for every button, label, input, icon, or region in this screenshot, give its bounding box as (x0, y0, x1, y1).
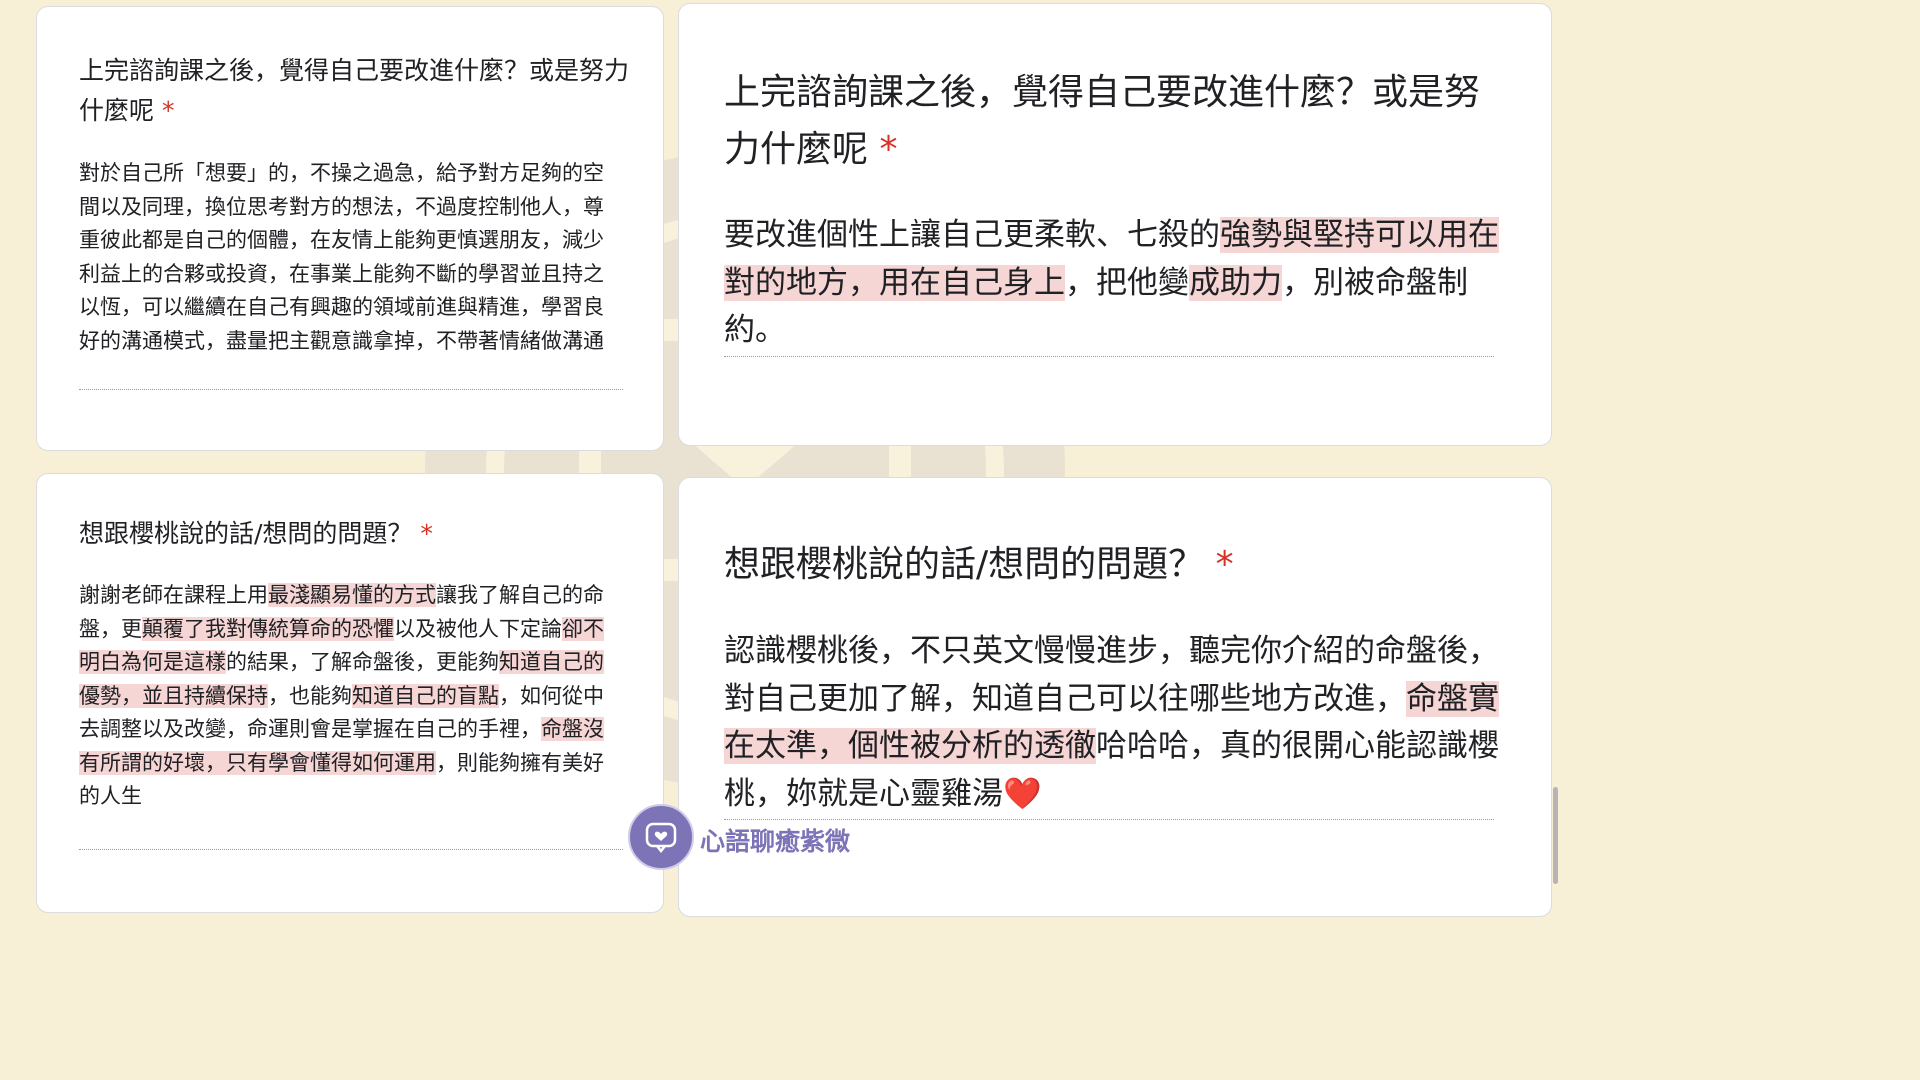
required-asterisk: * (1215, 544, 1234, 585)
answer-text: 謝謝老師在課程上用最淺顯易懂的方式讓我了解自己的命盤，更顛覆了我對傳統算命的恐懼… (79, 579, 619, 814)
answer-text: 認識櫻桃後，不只英文慢慢進步，聽完你介紹的命盤後，對自己更加了解，知道自己可以往… (724, 628, 1504, 818)
form-question-card: 上完諮詢課之後，覺得自己要改進什麼？或是努力什麼呢 * 對於自己所「想要」的，不… (36, 6, 664, 451)
heart-emoji-icon: ❤️ (1003, 775, 1042, 812)
question-title: 想跟櫻桃說的話/想問的問題？ * (724, 536, 1514, 593)
answer-segment: 的結果，了解命盤後，更能夠 (226, 650, 499, 674)
answer-highlight: 知道自己的盲點 (352, 683, 499, 708)
answer-underline (724, 356, 1494, 357)
question-title: 想跟櫻桃說的話/想問的問題？ * (79, 514, 639, 554)
question-text: 上完諮詢課之後，覺得自己要改進什麼？或是努力什麼呢 (724, 72, 1481, 170)
brand-logo-icon (628, 804, 694, 870)
answer-text: 對於自己所「想要」的，不操之過急，給予對方足夠的空間以及同理，換位思考對方的想法… (79, 161, 604, 353)
answer-highlight: 成助力 (1189, 264, 1282, 301)
answer-segment: 要改進個性上讓自己更柔軟、七殺的 (724, 217, 1220, 253)
answer-highlight: 最淺顯易懂的方式 (268, 583, 436, 607)
answer-segment: 認識櫻桃後，不只英文慢慢進步，聽完你介紹的命盤後，對自己更加了解，知道自己可以往… (724, 633, 1499, 717)
answer-highlight: 顛覆了我對傳統算命的恐懼 (142, 616, 394, 641)
answer-underline (79, 849, 623, 850)
answer-segment: ，把他變 (1065, 264, 1189, 301)
question-text: 想跟櫻桃說的話/想問的問題？ (79, 519, 413, 548)
page-scrollbar[interactable] (1553, 787, 1558, 884)
form-question-card: 上完諮詢課之後，覺得自己要改進什麼？或是努力什麼呢 * 要改進個性上讓自己更柔軟… (678, 3, 1552, 446)
answer-text: 要改進個性上讓自己更柔軟、七殺的強勢與堅持可以用在對的地方，用在自己身上，把他變… (724, 212, 1504, 355)
chat-heart-icon (645, 822, 677, 854)
brand-name: 心語聊癒紫微 (700, 827, 851, 856)
answer-underline (79, 389, 623, 390)
required-asterisk: * (879, 129, 898, 170)
question-title: 上完諮詢課之後，覺得自己要改進什麼？或是努力什麼呢 * (724, 64, 1514, 178)
form-question-card: 想跟櫻桃說的話/想問的問題？ * 謝謝老師在課程上用最淺顯易懂的方式讓我了解自己… (36, 473, 664, 913)
answer-segment: ，也能夠 (268, 683, 352, 708)
required-asterisk: * (420, 519, 433, 548)
question-title: 上完諮詢課之後，覺得自己要改進什麼？或是努力什麼呢 * (79, 51, 639, 131)
required-asterisk: * (161, 96, 175, 125)
brand-stamp: 心語聊癒紫微 (628, 804, 888, 872)
answer-segment: 以及被他人下定論 (394, 616, 562, 641)
question-text: 想跟櫻桃說的話/想問的問題？ (724, 544, 1205, 585)
answer-segment: 謝謝老師在課程上用 (79, 583, 268, 607)
